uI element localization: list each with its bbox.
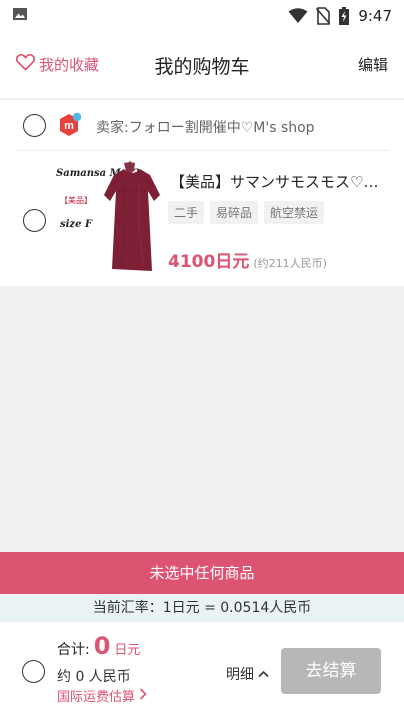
dress-image [104,161,160,271]
item-select-radio[interactable] [23,209,46,232]
total-row: 合计: 0 日元 [57,632,140,660]
status-bar: 9:47 [0,0,404,32]
item-title[interactable]: 【美品】サマンサモスモス♡フレンチスリーブ [170,171,390,192]
heart-icon [15,53,36,75]
cart-card: m 卖家:フォロー割開催中♡M's shop Samansa Mos2 【美品】… [0,100,404,286]
image-icon [12,6,28,26]
checkout-footer: 合计: 0 日元 约 0 人民币 国际运费估算 明细 去结算 [0,622,404,720]
shipping-estimate-label: 国际运费估算 [57,690,136,705]
total-rmb: 约 0 人民币 [57,669,131,685]
mercari-logo-icon: m [57,112,82,138]
status-bar-left [12,6,28,26]
clock-time: 9:47 [358,7,392,25]
item-thumbnail[interactable]: Samansa Mos2 【美品】 size F [54,161,162,275]
svg-text:m: m [64,120,74,132]
total-amount: 0 [93,632,111,660]
shipping-estimate-link[interactable]: 国际运费估算 [57,686,147,705]
chevron-up-icon [258,666,269,682]
price-row: 4100日元 (约211人民币) [168,247,327,272]
tag-fragile: 易碎品 [210,201,259,224]
checkout-button[interactable]: 去结算 [281,648,381,694]
item-price-rmb: (约211人民币) [253,257,327,270]
shop-name[interactable]: 卖家:フォロー割開催中♡M's shop [96,117,315,137]
selection-notice: 未选中任何商品 [0,552,404,594]
shop-select-radio[interactable] [23,114,46,137]
details-toggle[interactable]: 明细 [226,664,269,684]
status-bar-right: 9:47 [288,7,392,25]
thumbnail-text-size: size F [60,219,93,230]
no-sim-icon [316,7,331,25]
exchange-rate: 当前汇率：1日元 = 0.0514人民币 [0,594,404,622]
details-label: 明细 [226,667,254,683]
header: 我的收藏 我的购物车 编辑 [0,32,404,98]
item-price: 4100日元 [168,252,250,272]
tag-air-prohibited: 航空禁运 [264,201,325,224]
favorites-button[interactable]: 我的收藏 [15,53,100,75]
cart-item[interactable]: Samansa Mos2 【美品】 size F 【美品】サマンサモスモス♡フレ… [0,151,404,286]
chevron-right-icon [139,687,147,704]
edit-button[interactable]: 编辑 [358,54,388,75]
total-unit: 日元 [114,643,141,658]
tag-secondhand: 二手 [168,201,205,224]
total-label: 合计: [57,642,90,658]
battery-charging-icon [338,7,350,25]
item-tags: 二手 易碎品 航空禁运 [168,201,325,224]
wifi-icon [288,8,308,24]
select-all-radio[interactable] [22,660,45,683]
thumbnail-text-condition: 【美品】 [60,196,92,205]
shop-row: m 卖家:フォロー割開催中♡M's shop [0,100,404,150]
favorites-label: 我的收藏 [39,56,100,74]
